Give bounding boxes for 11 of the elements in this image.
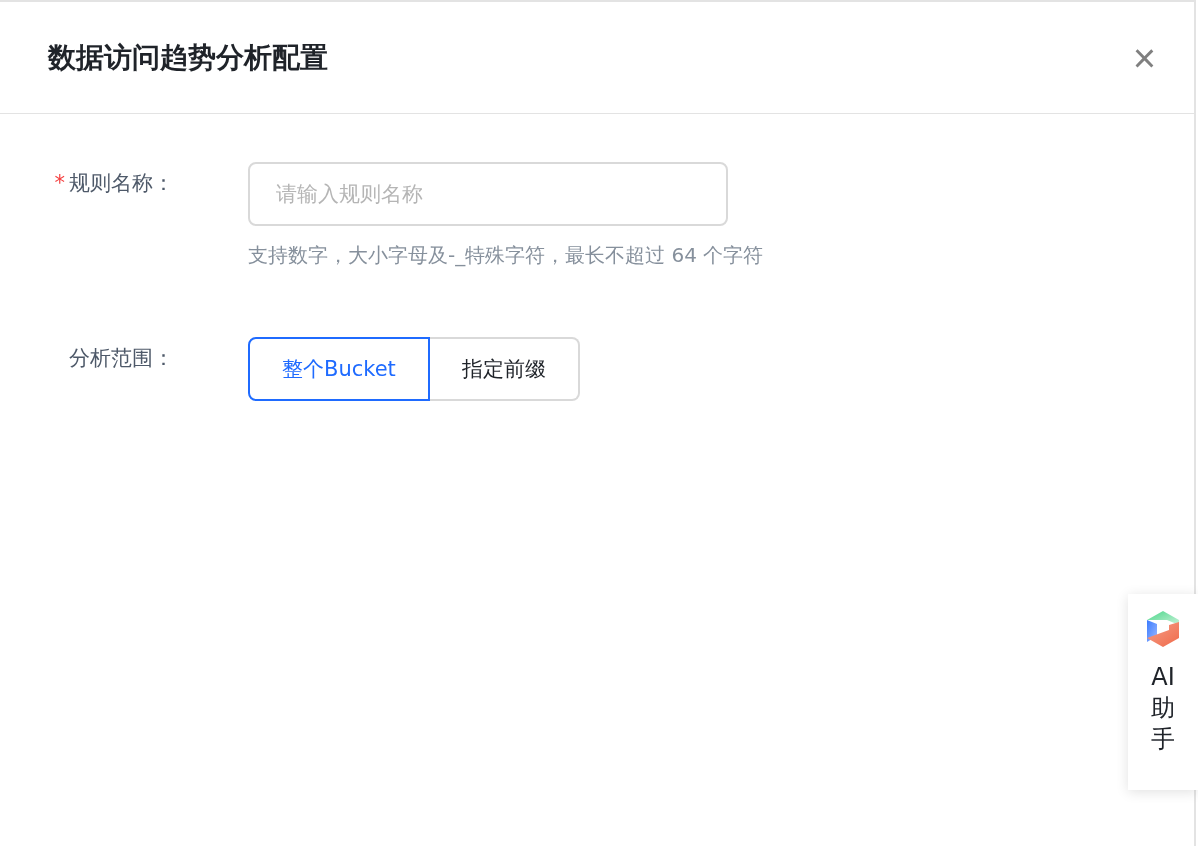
field-label: 规则名称： — [69, 171, 174, 195]
dialog-title: 数据访问趋势分析配置 — [48, 39, 328, 76]
ai-assistant-button[interactable]: AI助手 — [1128, 594, 1198, 790]
scope-option[interactable]: 整个Bucket — [248, 337, 430, 401]
hexagon-logo-icon — [1145, 610, 1181, 648]
scope-option[interactable]: 指定前缀 — [429, 337, 580, 401]
name-input-field[interactable]: 请输入规则名称 — [248, 162, 728, 226]
required-mark: * — [54, 171, 65, 195]
close-button[interactable]: × — [1132, 37, 1156, 78]
help-text: 支持数字，大小字母及-_特殊字符，最长不超过 64 个字符 — [248, 242, 764, 269]
field-label: 分析范围： — [69, 346, 174, 370]
